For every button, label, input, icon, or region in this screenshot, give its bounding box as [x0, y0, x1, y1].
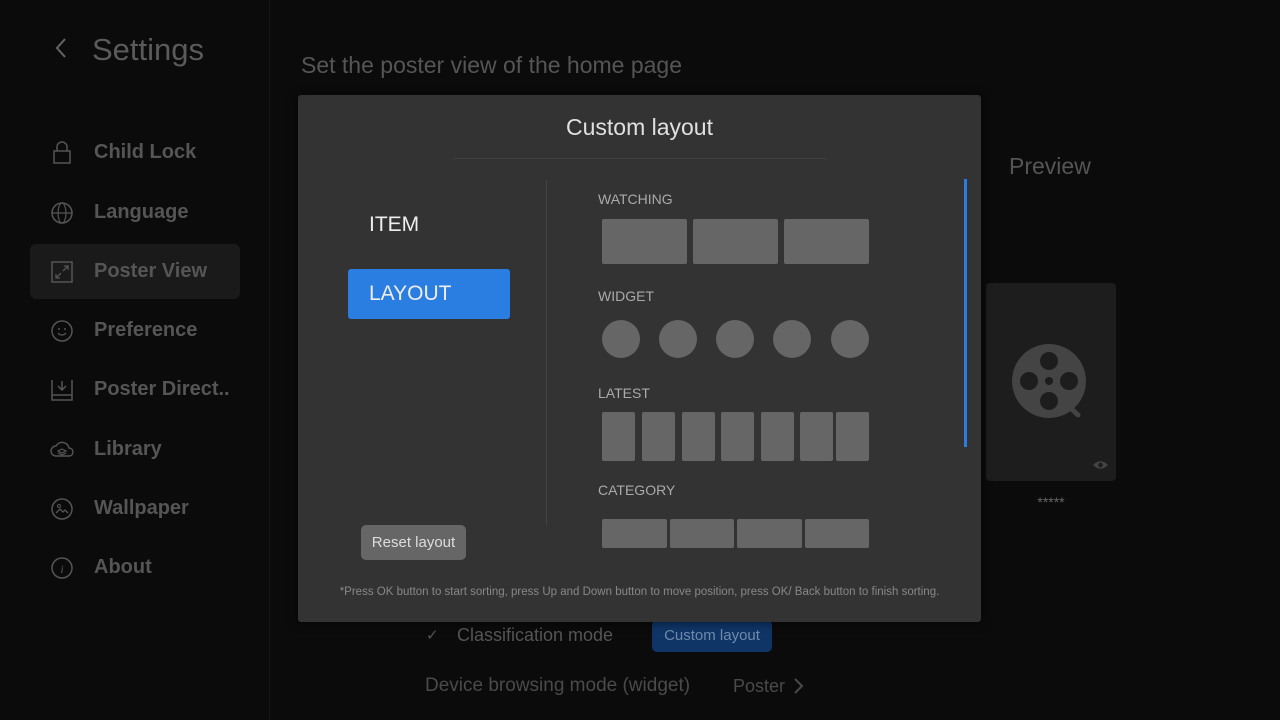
divider — [546, 180, 547, 525]
sidebar-item-label: Language — [94, 201, 189, 223]
sidebar-item-label: Child Lock — [94, 141, 197, 163]
sidebar-item-label: Poster Direct.. — [94, 378, 230, 400]
sorting-hint: *Press OK button to start sorting, press… — [339, 586, 940, 598]
section-category-label: CATEGORY — [598, 482, 676, 498]
sidebar-item-label: About — [94, 556, 152, 578]
chevron-right-icon — [794, 678, 804, 694]
divider — [453, 158, 826, 159]
sidebar-item-label: Poster View — [94, 260, 208, 282]
smiley-icon — [51, 319, 73, 342]
dialog-title: Custom layout — [565, 114, 713, 140]
section-latest-label: LATEST — [598, 385, 650, 401]
device-browsing-label[interactable]: Device browsing mode (widget) — [425, 675, 690, 697]
page-title: Settings — [92, 32, 205, 67]
scrollbar[interactable] — [964, 179, 967, 447]
section-watching-label: WATCHING — [598, 191, 673, 207]
expand-icon — [51, 260, 73, 283]
sidebar-item-library[interactable]: Library — [30, 422, 240, 477]
sidebar-item-child-lock[interactable]: Child Lock — [30, 125, 240, 180]
chevron-left-icon[interactable] — [50, 36, 74, 60]
poster-rating: ***** — [1037, 494, 1065, 510]
sidebar-item-label: Library — [94, 438, 162, 460]
tab-item[interactable]: ITEM — [348, 200, 510, 250]
sidebar-item-preference[interactable]: Preference — [30, 303, 240, 358]
sidebar-item-about[interactable]: i About — [30, 540, 240, 595]
sidebar-item-label: Wallpaper — [94, 497, 189, 519]
device-browsing-value[interactable]: Poster — [733, 676, 785, 697]
classification-mode-label[interactable]: Classification mode — [457, 625, 613, 646]
sidebar-item-poster-view[interactable]: Poster View — [30, 244, 240, 299]
lock-icon — [53, 140, 71, 164]
page-subtitle: Set the poster view of the home page — [301, 52, 683, 78]
sidebar-item-wallpaper[interactable]: Wallpaper — [30, 481, 240, 536]
custom-layout-dialog: Custom layout ITEM LAYOUT WATCHING WIDGE… — [298, 95, 981, 622]
svg-text:i: i — [60, 562, 63, 576]
sidebar-item-poster-directory[interactable]: Poster Direct.. — [30, 362, 240, 417]
image-icon — [51, 497, 73, 520]
section-widget-label: WIDGET — [598, 288, 654, 304]
globe-icon — [51, 201, 73, 224]
reset-layout-button[interactable]: Reset layout — [361, 525, 466, 560]
tab-layout[interactable]: LAYOUT — [348, 269, 510, 319]
custom-layout-button[interactable]: Custom layout — [652, 620, 772, 652]
info-icon: i — [51, 556, 73, 579]
cloud-layers-icon — [50, 441, 74, 457]
download-tray-icon — [51, 379, 73, 401]
poster-preview-card — [986, 283, 1116, 481]
sidebar-item-language[interactable]: Language — [30, 185, 240, 240]
eye-icon — [1093, 461, 1108, 469]
check-icon: ✓ — [426, 627, 439, 644]
film-reel-icon — [1012, 344, 1086, 418]
preview-label: Preview — [1009, 153, 1091, 179]
sidebar: Settings Child Lock Language Poster View… — [0, 0, 270, 720]
sidebar-item-label: Preference — [94, 319, 198, 341]
